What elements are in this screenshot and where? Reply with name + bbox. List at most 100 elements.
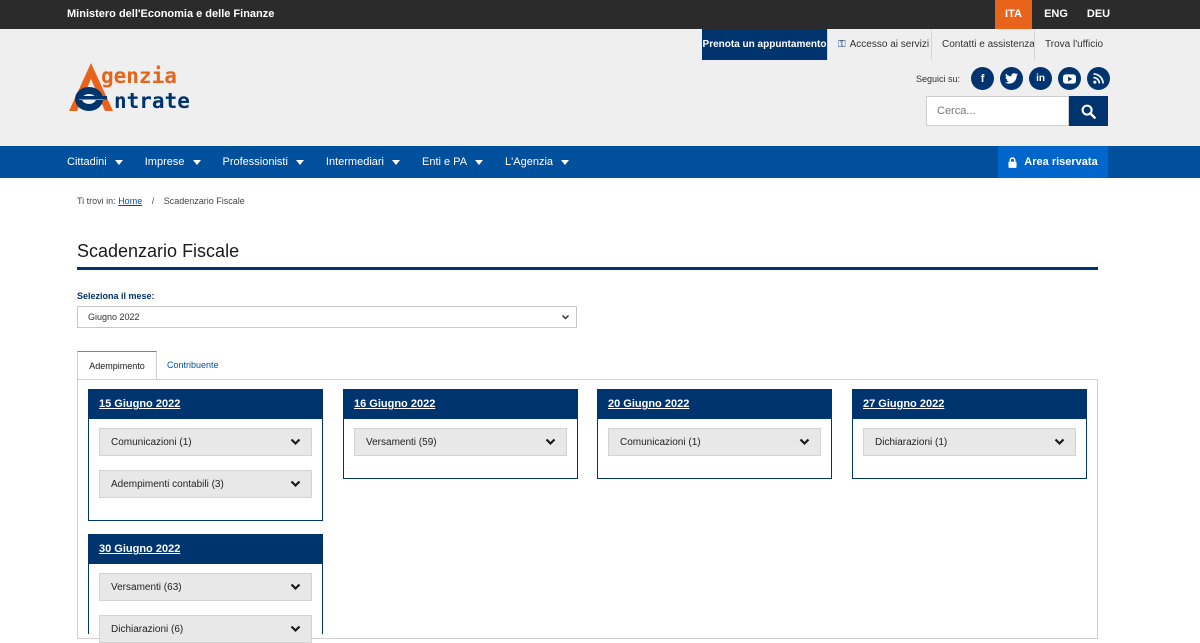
nav-item-professionisti[interactable]: Professionisti <box>223 146 304 178</box>
lang-eng[interactable]: ENG <box>1037 0 1075 29</box>
category-accordion[interactable]: Dichiarazioni (1) <box>863 428 1076 456</box>
nav-label: L'Agenzia <box>505 156 554 168</box>
services-access-label: Accesso ai servizi <box>849 39 930 50</box>
nav-item-imprese[interactable]: Imprese <box>145 146 201 178</box>
tab-adempimento[interactable]: Adempimento <box>77 351 157 380</box>
day-card: 27 Giugno 2022 Dichiarazioni (1) <box>852 389 1087 479</box>
agenzia-entrate-logo[interactable]: genzia ntrate <box>67 59 242 115</box>
month-select-label: Seleziona il mese: <box>77 291 155 301</box>
linkedin-icon[interactable]: in <box>1029 67 1053 90</box>
breadcrumb-current: Scadenzario Fiscale <box>163 196 245 206</box>
nav-label: Intermediari <box>325 156 384 168</box>
key-icon: ⚿ <box>838 39 846 50</box>
main-navigation: Cittadini Imprese Professionisti Interme… <box>0 146 1200 178</box>
logo-line1: genzia <box>101 64 177 88</box>
category-label: Versamenti (63) <box>111 581 182 593</box>
breadcrumb: Ti trovi in: Home / Scadenzario Fiscale <box>77 196 245 206</box>
page-title: Scadenzario Fiscale <box>77 241 240 261</box>
category-accordion[interactable]: Versamenti (59) <box>354 428 567 456</box>
nav-items: Cittadini Imprese Professionisti Interme… <box>67 146 591 178</box>
lock-icon <box>1008 156 1017 168</box>
chevron-down-icon <box>290 438 301 446</box>
nav-item-agenzia[interactable]: L'Agenzia <box>505 146 570 178</box>
category-label: Versamenti (59) <box>366 436 437 448</box>
nav-item-intermediari[interactable]: Intermediari <box>326 146 400 178</box>
category-label: Comunicazioni (1) <box>620 436 701 448</box>
caret-down-icon <box>561 159 570 165</box>
title-divider <box>77 267 1098 270</box>
service-links: Prenota un appuntamento ⚿ Accesso ai serv… <box>702 29 1106 60</box>
lang-deu[interactable]: DEU <box>1080 0 1117 29</box>
category-accordion[interactable]: Adempimenti contabili (3) <box>99 470 312 498</box>
day-date-link[interactable]: 30 Giugno 2022 <box>89 535 322 564</box>
area-riservata-button[interactable]: Area riservata <box>998 146 1108 178</box>
nav-label: Cittadini <box>67 156 107 168</box>
logo-e-stroke <box>79 96 107 100</box>
caret-down-icon <box>475 159 484 165</box>
caret-down-icon <box>192 159 201 165</box>
category-label: Dichiarazioni (1) <box>875 436 948 448</box>
day-card-body: Versamenti (59) <box>344 419 577 456</box>
breadcrumb-home-link[interactable]: Home <box>118 196 142 206</box>
ministry-link[interactable]: Ministero dell'Economia e delle Finanze <box>67 0 274 29</box>
month-select[interactable]: Giugno 2022 <box>77 306 577 328</box>
category-accordion[interactable]: Comunicazioni (1) <box>99 428 312 456</box>
day-card-body: Comunicazioni (1) <box>598 419 831 456</box>
breadcrumb-separator: / <box>151 196 155 206</box>
services-access-link[interactable]: ⚿ Accesso ai servizi <box>827 29 931 60</box>
facebook-icon[interactable]: f <box>971 67 995 90</box>
day-card: 15 Giugno 2022 Comunicazioni (1) Adempim… <box>88 389 323 521</box>
social-links: Seguici su: f in <box>916 67 1111 90</box>
chevron-down-icon <box>290 625 301 633</box>
chevron-down-icon <box>290 480 301 488</box>
twitter-icon[interactable] <box>1000 67 1024 90</box>
category-label: Dichiarazioni (6) <box>111 623 184 635</box>
logo-line2: ntrate <box>114 89 190 113</box>
book-appointment-link[interactable]: Prenota un appuntamento <box>702 29 827 60</box>
find-office-link[interactable]: Trova l'ufficio <box>1034 29 1106 60</box>
breadcrumb-prefix: Ti trovi in: <box>77 196 116 206</box>
tab-bar: Adempimento Contribuente <box>77 351 229 380</box>
chevron-down-icon <box>799 438 810 446</box>
day-card-body: Dichiarazioni (1) <box>853 419 1086 456</box>
day-date-link[interactable]: 16 Giugno 2022 <box>344 390 577 419</box>
search-icon <box>1081 104 1096 119</box>
search-button[interactable] <box>1069 96 1108 126</box>
lang-ita[interactable]: ITA <box>995 0 1032 29</box>
day-card-body: Comunicazioni (1) Adempimenti contabili … <box>89 419 322 498</box>
search-input[interactable] <box>926 96 1069 126</box>
day-date-link[interactable]: 20 Giugno 2022 <box>598 390 831 419</box>
top-bar: Ministero dell'Economia e delle Finanze … <box>0 0 1200 29</box>
day-card: 16 Giugno 2022 Versamenti (59) <box>343 389 578 479</box>
youtube-icon[interactable] <box>1058 67 1082 90</box>
chevron-down-icon <box>545 438 556 446</box>
site-header: Prenota un appuntamento ⚿ Accesso ai serv… <box>0 29 1200 146</box>
category-accordion[interactable]: Dichiarazioni (6) <box>99 615 312 643</box>
rss-icon[interactable] <box>1087 67 1111 90</box>
category-label: Comunicazioni (1) <box>111 436 192 448</box>
day-card-body: Versamenti (63) Dichiarazioni (6) <box>89 564 322 643</box>
search-box <box>926 96 1108 126</box>
category-accordion[interactable]: Versamenti (63) <box>99 573 312 601</box>
chevron-down-icon <box>290 583 301 591</box>
nav-label: Enti e PA <box>422 156 468 168</box>
caret-down-icon <box>114 159 123 165</box>
category-label: Adempimenti contabili (3) <box>111 478 224 490</box>
social-label: Seguici su: <box>916 73 961 84</box>
nav-label: Professionisti <box>222 156 288 168</box>
area-riservata-label: Area riservata <box>1024 156 1098 168</box>
category-accordion[interactable]: Comunicazioni (1) <box>608 428 821 456</box>
nav-item-cittadini[interactable]: Cittadini <box>67 146 123 178</box>
language-switcher: ITA ENG DEU <box>995 0 1200 29</box>
day-card: 20 Giugno 2022 Comunicazioni (1) <box>597 389 832 479</box>
chevron-down-icon <box>561 307 570 334</box>
day-date-link[interactable]: 15 Giugno 2022 <box>89 390 322 419</box>
caret-down-icon <box>392 159 400 165</box>
nav-item-enti-pa[interactable]: Enti e PA <box>422 146 484 178</box>
tab-contribuente[interactable]: Contribuente <box>157 351 229 380</box>
caret-down-icon <box>295 159 304 165</box>
chevron-down-icon <box>1054 438 1065 446</box>
day-date-link[interactable]: 27 Giugno 2022 <box>853 390 1086 419</box>
contacts-link[interactable]: Contatti e assistenza <box>931 29 1035 60</box>
day-card: 30 Giugno 2022 Versamenti (63) Dichiaraz… <box>88 534 323 643</box>
